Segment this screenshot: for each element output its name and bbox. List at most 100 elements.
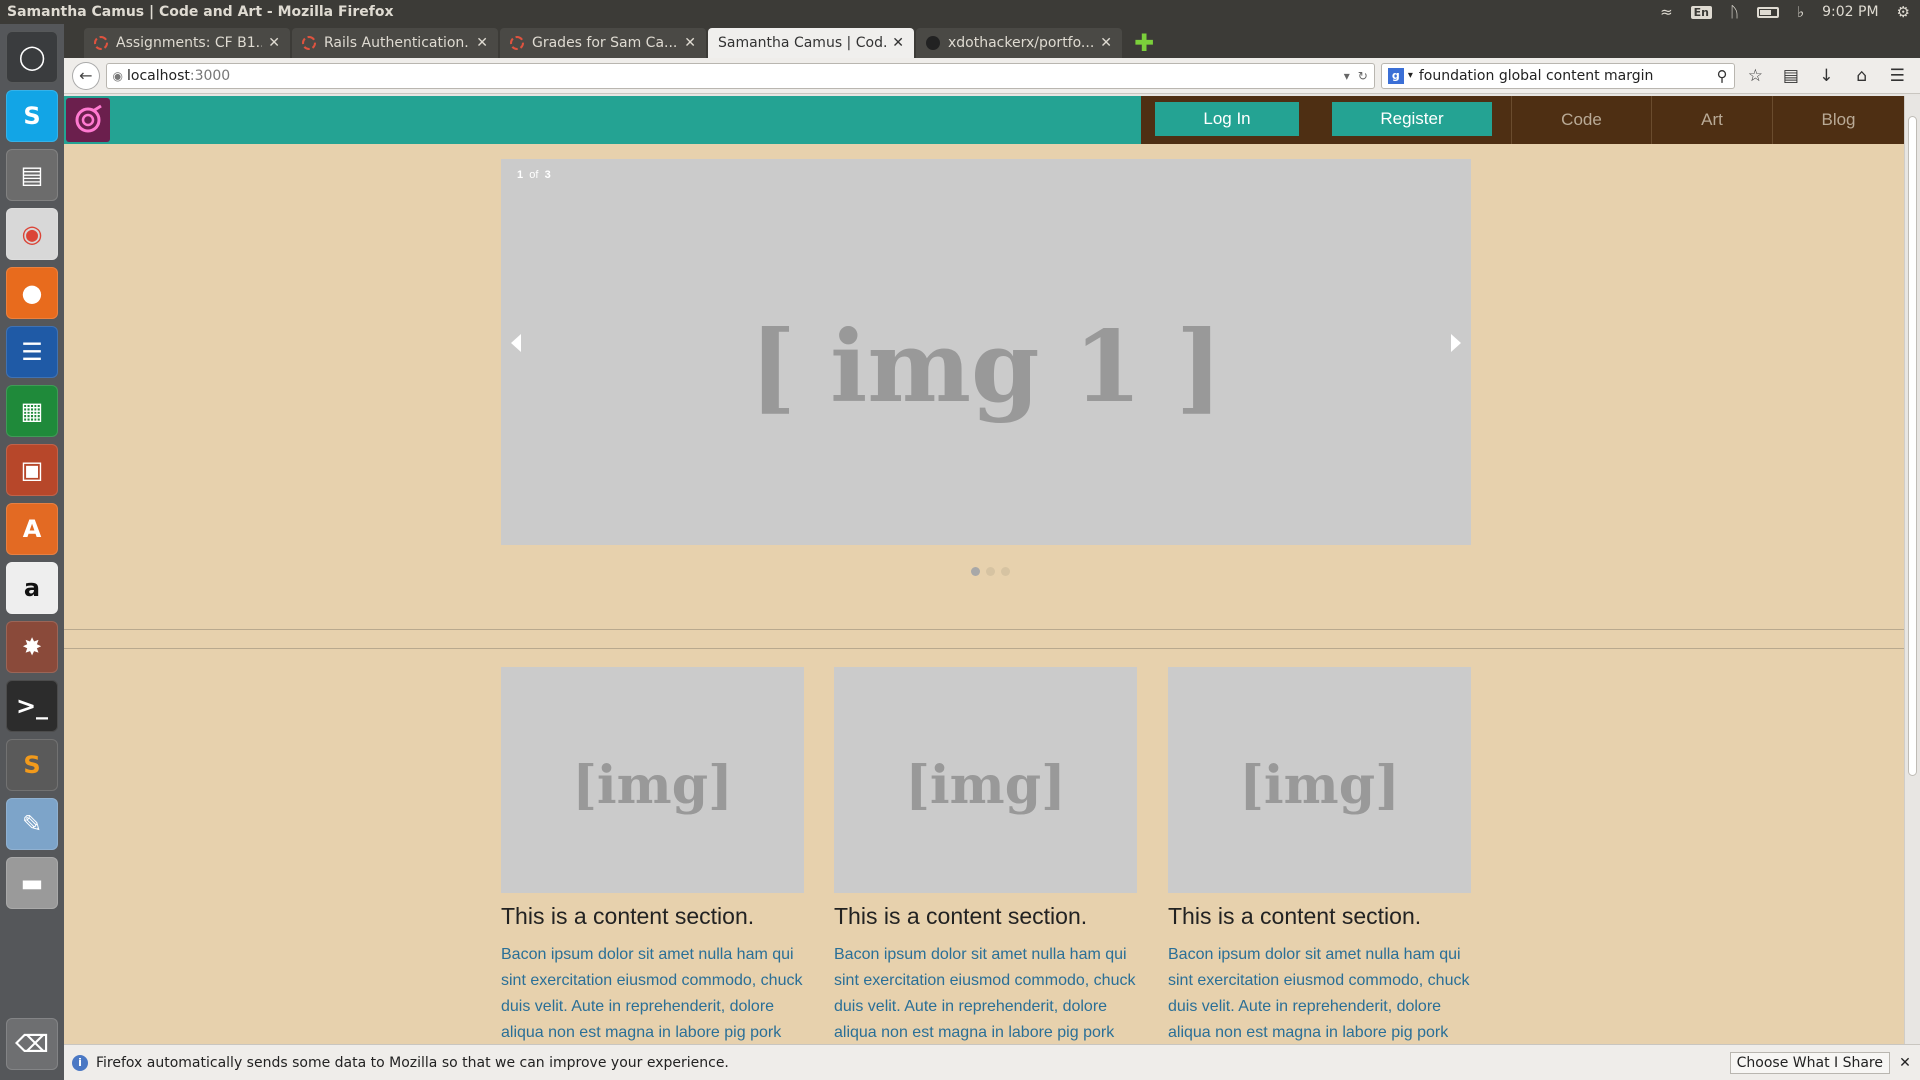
image-slider[interactable]: [ img 1 ] 1 of 3 <box>501 159 1471 545</box>
launcher: ◯ S ▤ ◉ ● ☰ ▦ ▣ A a ✸ >_ S ✎ ▬ ⌫ <box>0 24 64 1080</box>
home-icon[interactable]: ⌂ <box>1847 66 1876 86</box>
system-tray: ≈ En ᚢ ♭ 9:02 PM ⚙ <box>1660 3 1920 21</box>
tab-rails-auth[interactable]: Rails Authentication... ✕ <box>292 28 498 58</box>
writer-icon[interactable]: ☰ <box>6 326 58 378</box>
files-icon[interactable]: ▤ <box>6 149 58 201</box>
drawing-icon[interactable]: ✎ <box>6 798 58 850</box>
close-tab-icon[interactable]: ✕ <box>476 35 488 51</box>
amazon-icon[interactable]: a <box>6 562 58 614</box>
tab-strip: Assignments: CF B1... ✕ Rails Authentica… <box>64 24 1920 58</box>
content-section: [img] This is a content section. Bacon i… <box>834 667 1137 1044</box>
close-icon[interactable]: ✕ <box>1890 1055 1920 1071</box>
system-top-bar: Samantha Camus | Code and Art - Mozilla … <box>0 0 1920 24</box>
slide-image: [ img 1 ] <box>749 309 1223 425</box>
site-header: Log In Register Code Art Blog <box>64 96 1904 144</box>
nav-link-art[interactable]: Art <box>1651 96 1772 144</box>
sublime-icon[interactable]: S <box>6 739 58 791</box>
impress-icon[interactable]: ▣ <box>6 444 58 496</box>
downloads-icon[interactable]: ↓ <box>1812 66 1841 86</box>
content-image: [img] <box>1168 667 1471 893</box>
search-engine-dropdown-icon[interactable]: ▾ <box>1408 70 1413 81</box>
globe-icon: ◉ <box>112 68 124 83</box>
volume-icon[interactable]: ♭ <box>1797 3 1804 21</box>
ubuntu-dash-icon[interactable]: ◯ <box>6 31 58 83</box>
content-heading: This is a content section. <box>834 903 1088 929</box>
url-host: localhost <box>127 67 190 84</box>
notice-text: Firefox automatically sends some data to… <box>96 1054 729 1071</box>
close-tab-icon[interactable]: ✕ <box>268 35 280 51</box>
slider-next-icon[interactable] <box>1451 334 1461 352</box>
keyboard-layout[interactable]: En <box>1690 5 1713 19</box>
search-icon[interactable]: ⚲ <box>1717 67 1728 85</box>
content-image: [img] <box>501 667 804 893</box>
slider-bullet[interactable] <box>1001 567 1010 576</box>
new-tab-button[interactable]: ✚ <box>1124 28 1164 58</box>
clock[interactable]: 9:02 PM <box>1822 4 1878 20</box>
search-input[interactable]: foundation global content margin <box>1419 68 1654 84</box>
slide-counter: 1 of 3 <box>517 169 551 181</box>
content-section: [img] This is a content section. Bacon i… <box>1168 667 1471 1044</box>
tab-assignments[interactable]: Assignments: CF B1... ✕ <box>84 28 290 58</box>
back-button[interactable]: ← <box>72 61 100 90</box>
skype-icon[interactable]: S <box>6 90 58 142</box>
trash-icon[interactable]: ⌫ <box>6 1018 58 1070</box>
nav-link-blog[interactable]: Blog <box>1772 96 1904 144</box>
vertical-scrollbar[interactable] <box>1904 96 1920 1044</box>
bookmark-star-icon[interactable]: ☆ <box>1741 66 1770 86</box>
content-body: Bacon ipsum dolor sit amet nulla ham qui… <box>834 946 1136 1041</box>
site-favicon-icon <box>510 36 524 50</box>
bluetooth-icon[interactable]: ᚢ <box>1730 3 1739 21</box>
software-center-icon[interactable]: A <box>6 503 58 555</box>
site-logo-icon[interactable] <box>66 98 110 142</box>
close-tab-icon[interactable]: ✕ <box>1100 35 1112 51</box>
google-engine-icon[interactable]: g <box>1387 67 1404 84</box>
divider <box>64 648 1904 649</box>
chrome-icon[interactable]: ◉ <box>6 208 58 260</box>
slider-bullets <box>971 567 1010 576</box>
close-tab-icon[interactable]: ✕ <box>892 35 904 51</box>
firefox-icon[interactable]: ● <box>6 267 58 319</box>
search-bar[interactable]: g ▾ foundation global content margin ⚲ <box>1380 62 1735 89</box>
logo-swirl-icon <box>75 104 102 133</box>
navigation-toolbar: ← ◉ localhost:3000 ▾ ↻ g ▾ foundation gl… <box>64 58 1920 94</box>
page-viewport: Log In Register Code Art Blog [ img 1 ] … <box>64 96 1904 1044</box>
info-icon: i <box>72 1054 88 1071</box>
content-image: [img] <box>834 667 1137 893</box>
wifi-icon[interactable]: ≈ <box>1660 3 1673 21</box>
choose-what-i-share-button[interactable]: Choose What I Share <box>1729 1051 1890 1074</box>
nav-link-code[interactable]: Code <box>1511 96 1651 144</box>
window-title: Samantha Camus | Code and Art - Mozilla … <box>7 4 394 20</box>
site-menu: Log In Register Code Art Blog <box>1141 96 1904 144</box>
history-dropdown-icon[interactable]: ▾ <box>1344 69 1350 83</box>
register-button[interactable]: Register <box>1332 102 1492 136</box>
content-heading: This is a content section. <box>501 903 755 929</box>
login-button[interactable]: Log In <box>1155 102 1299 136</box>
scrollbar-thumb[interactable] <box>1908 116 1917 776</box>
battery-icon[interactable] <box>1757 6 1780 18</box>
tab-grades[interactable]: Grades for Sam Ca... ✕ <box>500 28 706 58</box>
gear-icon[interactable]: ⚙ <box>1897 3 1910 21</box>
site-favicon-icon <box>94 36 108 50</box>
url-bar[interactable]: ◉ localhost:3000 ▾ ↻ <box>105 62 1375 89</box>
terminal-icon[interactable]: >_ <box>6 680 58 732</box>
slider-prev-icon[interactable] <box>511 334 521 352</box>
reload-icon[interactable]: ↻ <box>1358 69 1368 83</box>
url-port: :3000 <box>189 67 231 84</box>
data-reporting-notice: i Firefox automatically sends some data … <box>64 1044 1920 1080</box>
calc-icon[interactable]: ▦ <box>6 385 58 437</box>
content-body: Bacon ipsum dolor sit amet nulla ham qui… <box>501 946 803 1041</box>
content-heading: This is a content section. <box>1168 903 1422 929</box>
tab-samantha-camus[interactable]: Samantha Camus | Cod... ✕ <box>708 28 914 58</box>
slider-bullet[interactable] <box>971 567 980 576</box>
divider <box>64 629 1904 630</box>
slider-bullet[interactable] <box>986 567 995 576</box>
bookmarks-menu-icon[interactable]: ▤ <box>1776 66 1805 86</box>
drive-icon[interactable]: ▬ <box>6 857 58 909</box>
github-icon <box>926 36 940 50</box>
menu-icon[interactable]: ☰ <box>1883 66 1912 86</box>
content-section: [img] This is a content section. Bacon i… <box>501 667 804 1044</box>
tab-github-portfolio[interactable]: xdothackerx/portfo... ✕ <box>916 28 1122 58</box>
settings-icon[interactable]: ✸ <box>6 621 58 673</box>
close-tab-icon[interactable]: ✕ <box>684 35 696 51</box>
content-body: Bacon ipsum dolor sit amet nulla ham qui… <box>1168 946 1470 1041</box>
